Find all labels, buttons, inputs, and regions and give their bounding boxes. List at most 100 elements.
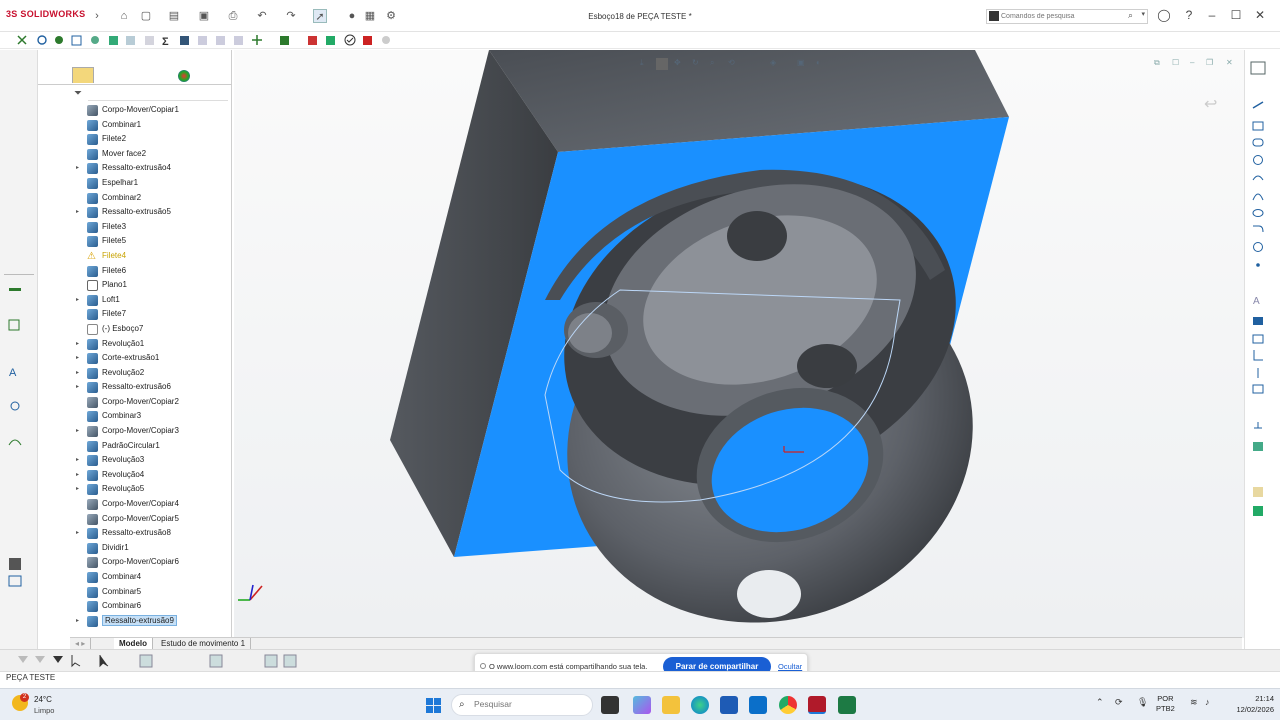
microphone-icon[interactable]: 🎙 xyxy=(1137,697,1148,708)
rotate-icon[interactable]: ↻ xyxy=(692,58,704,70)
help-icon[interactable]: ? xyxy=(1182,8,1196,22)
save-icon[interactable]: ▣ xyxy=(197,9,211,23)
select-icon[interactable]: ➚ xyxy=(313,9,327,23)
pan-icon[interactable]: ✥ xyxy=(674,58,686,70)
previous-view-icon[interactable]: ⟲ xyxy=(728,58,740,70)
file-explorer-app-icon[interactable] xyxy=(662,696,680,714)
expand-chevron-icon[interactable]: ▸ xyxy=(76,482,79,497)
feature-tree-item[interactable]: Corpo-Mover/Copiar4 xyxy=(72,497,232,512)
viewport-close-icon[interactable]: ✕ xyxy=(1226,58,1238,70)
filter-faces-icon[interactable] xyxy=(264,654,278,668)
feature-tree-item[interactable]: ▸ Loft1 xyxy=(72,293,232,308)
expand-chevron-icon[interactable]: ▸ xyxy=(76,453,79,468)
line-icon[interactable] xyxy=(1252,101,1264,109)
taskbar-search-input[interactable] xyxy=(474,699,574,709)
zoom-tool-icon[interactable] xyxy=(10,401,20,411)
tab-dimxpert[interactable] xyxy=(152,67,174,83)
slot-icon[interactable] xyxy=(1252,138,1264,147)
expand-chevron-icon[interactable]: ▸ xyxy=(76,161,79,176)
feature-tree-item[interactable]: Filete7 xyxy=(72,307,232,322)
offset-entities-icon[interactable] xyxy=(198,36,207,45)
outlook-icon[interactable] xyxy=(749,696,767,714)
close-icon[interactable]: ✕ xyxy=(1253,8,1267,22)
print-icon[interactable]: ⎙ xyxy=(226,9,240,23)
feature-tree-item[interactable]: PadrãoCircular1 xyxy=(72,439,232,454)
filter-active-icon[interactable] xyxy=(53,656,63,663)
rectangle-icon[interactable] xyxy=(1252,121,1264,131)
viewport-split-icon[interactable]: ⧉ xyxy=(1154,58,1166,70)
viewport-restore-icon[interactable]: ❐ xyxy=(1206,58,1218,70)
home-icon[interactable]: ⌂ xyxy=(117,9,131,23)
search-icon[interactable]: ⌕ xyxy=(1128,10,1133,21)
expand-chevron-icon[interactable]: ▸ xyxy=(76,424,79,439)
copilot-icon[interactable] xyxy=(633,696,651,714)
maximize-icon[interactable]: ☐ xyxy=(1229,8,1243,22)
view-orientation-icon[interactable] xyxy=(91,36,99,44)
arc-icon[interactable] xyxy=(1252,175,1264,181)
rotate-view-icon[interactable] xyxy=(55,36,63,44)
sum-icon[interactable]: Σ xyxy=(162,36,169,48)
solidworks-app-icon[interactable] xyxy=(808,696,826,714)
feature-tree-item[interactable]: Filete6 xyxy=(72,264,232,279)
edit-appearance-icon[interactable] xyxy=(145,36,154,45)
options-gear-icon[interactable]: ⚙ xyxy=(384,9,398,23)
zoom-fit-icon[interactable] xyxy=(37,35,47,45)
network-sync-icon[interactable]: ⟳ xyxy=(1115,697,1123,708)
feature-tree-item[interactable]: Dividir1 xyxy=(72,541,232,556)
linear-pattern-icon[interactable] xyxy=(1252,384,1264,394)
instant-3d-icon[interactable] xyxy=(382,36,390,44)
smart-dimension-icon[interactable] xyxy=(17,35,27,45)
select-arrow-icon[interactable] xyxy=(71,655,81,668)
feature-tree-item[interactable]: Filete5 xyxy=(72,234,232,249)
excel-icon[interactable] xyxy=(838,696,856,714)
show-hidden-icons[interactable]: ⌃ xyxy=(1096,697,1104,708)
tab-display-manager[interactable] xyxy=(178,70,190,82)
file-properties-icon[interactable]: ▦ xyxy=(363,9,377,23)
edge-browser-icon[interactable] xyxy=(691,696,709,714)
spline-tool-icon[interactable] xyxy=(8,439,22,446)
confirm-corner-icon[interactable]: ↩ xyxy=(1204,94,1217,114)
feature-tree-item[interactable]: Corpo-Mover/Copiar6 xyxy=(72,555,232,570)
language-indicator[interactable]: POR PTB2 xyxy=(1156,694,1175,714)
feature-tree-item[interactable]: Espelhar1 xyxy=(72,176,232,191)
command-search-box[interactable]: ⌕ ▾ xyxy=(986,9,1148,24)
line-tool-icon[interactable] xyxy=(9,288,21,291)
zoom-icon[interactable]: ⌕ xyxy=(710,58,722,70)
feature-tree-item[interactable]: Filete3 xyxy=(72,220,232,235)
filter-vertices-icon[interactable] xyxy=(139,654,153,668)
hide-show-icon[interactable] xyxy=(126,36,135,45)
chrome-browser-icon[interactable] xyxy=(779,696,797,714)
display-style-icon[interactable] xyxy=(109,36,118,45)
expand-chevron-icon[interactable]: ▸ xyxy=(76,526,79,541)
feature-tree-item[interactable]: ▸ Ressalto-extrusão4 xyxy=(72,161,232,176)
open-file-icon[interactable]: ▤ xyxy=(167,9,181,23)
instant-2d-icon[interactable] xyxy=(1253,506,1263,516)
feature-tree-item[interactable]: ▸ Revolução4 xyxy=(72,468,232,483)
feature-tree-item[interactable]: Corpo-Mover/Copiar2 xyxy=(72,395,232,410)
display-style-icon[interactable]: ▣ xyxy=(797,58,809,70)
sketch-picture-icon[interactable] xyxy=(1253,487,1263,497)
account-icon[interactable]: ◯ xyxy=(1157,8,1171,22)
exit-sketch-icon[interactable] xyxy=(363,36,372,45)
expand-chevron-icon[interactable]: ▸ xyxy=(76,205,79,220)
point-icon[interactable] xyxy=(1256,263,1260,267)
feature-tree-item[interactable]: Combinar2 xyxy=(72,191,232,206)
feature-tree-item[interactable]: Filete2 xyxy=(72,132,232,147)
feature-tree-item[interactable]: Combinar3 xyxy=(72,409,232,424)
chevron-down-icon[interactable]: ▾ xyxy=(1141,10,1145,18)
volume-icon[interactable]: ♪ xyxy=(1205,697,1210,707)
taskbar-search[interactable]: ⌕ xyxy=(451,694,593,716)
tab-property-manager[interactable] xyxy=(100,67,122,83)
expand-chevron-icon[interactable]: ▸ xyxy=(76,293,79,308)
new-document-icon[interactable]: ▢ xyxy=(139,9,153,23)
feature-tree-item[interactable]: ▸ Ressalto-extrusão5 xyxy=(72,205,232,220)
spline-icon[interactable] xyxy=(1252,193,1264,201)
expand-chevron-icon[interactable]: ▸ xyxy=(76,380,79,395)
expand-chevron-icon[interactable]: ▸ xyxy=(76,366,79,381)
convert-icon[interactable] xyxy=(1252,334,1264,344)
redo-icon[interactable]: ↷ xyxy=(284,9,298,23)
hide-link[interactable]: Ocultar xyxy=(778,662,802,671)
filter-clear-icon[interactable] xyxy=(35,656,45,663)
search-scope-icon[interactable] xyxy=(989,11,999,21)
trim-entities-icon[interactable] xyxy=(216,36,225,45)
